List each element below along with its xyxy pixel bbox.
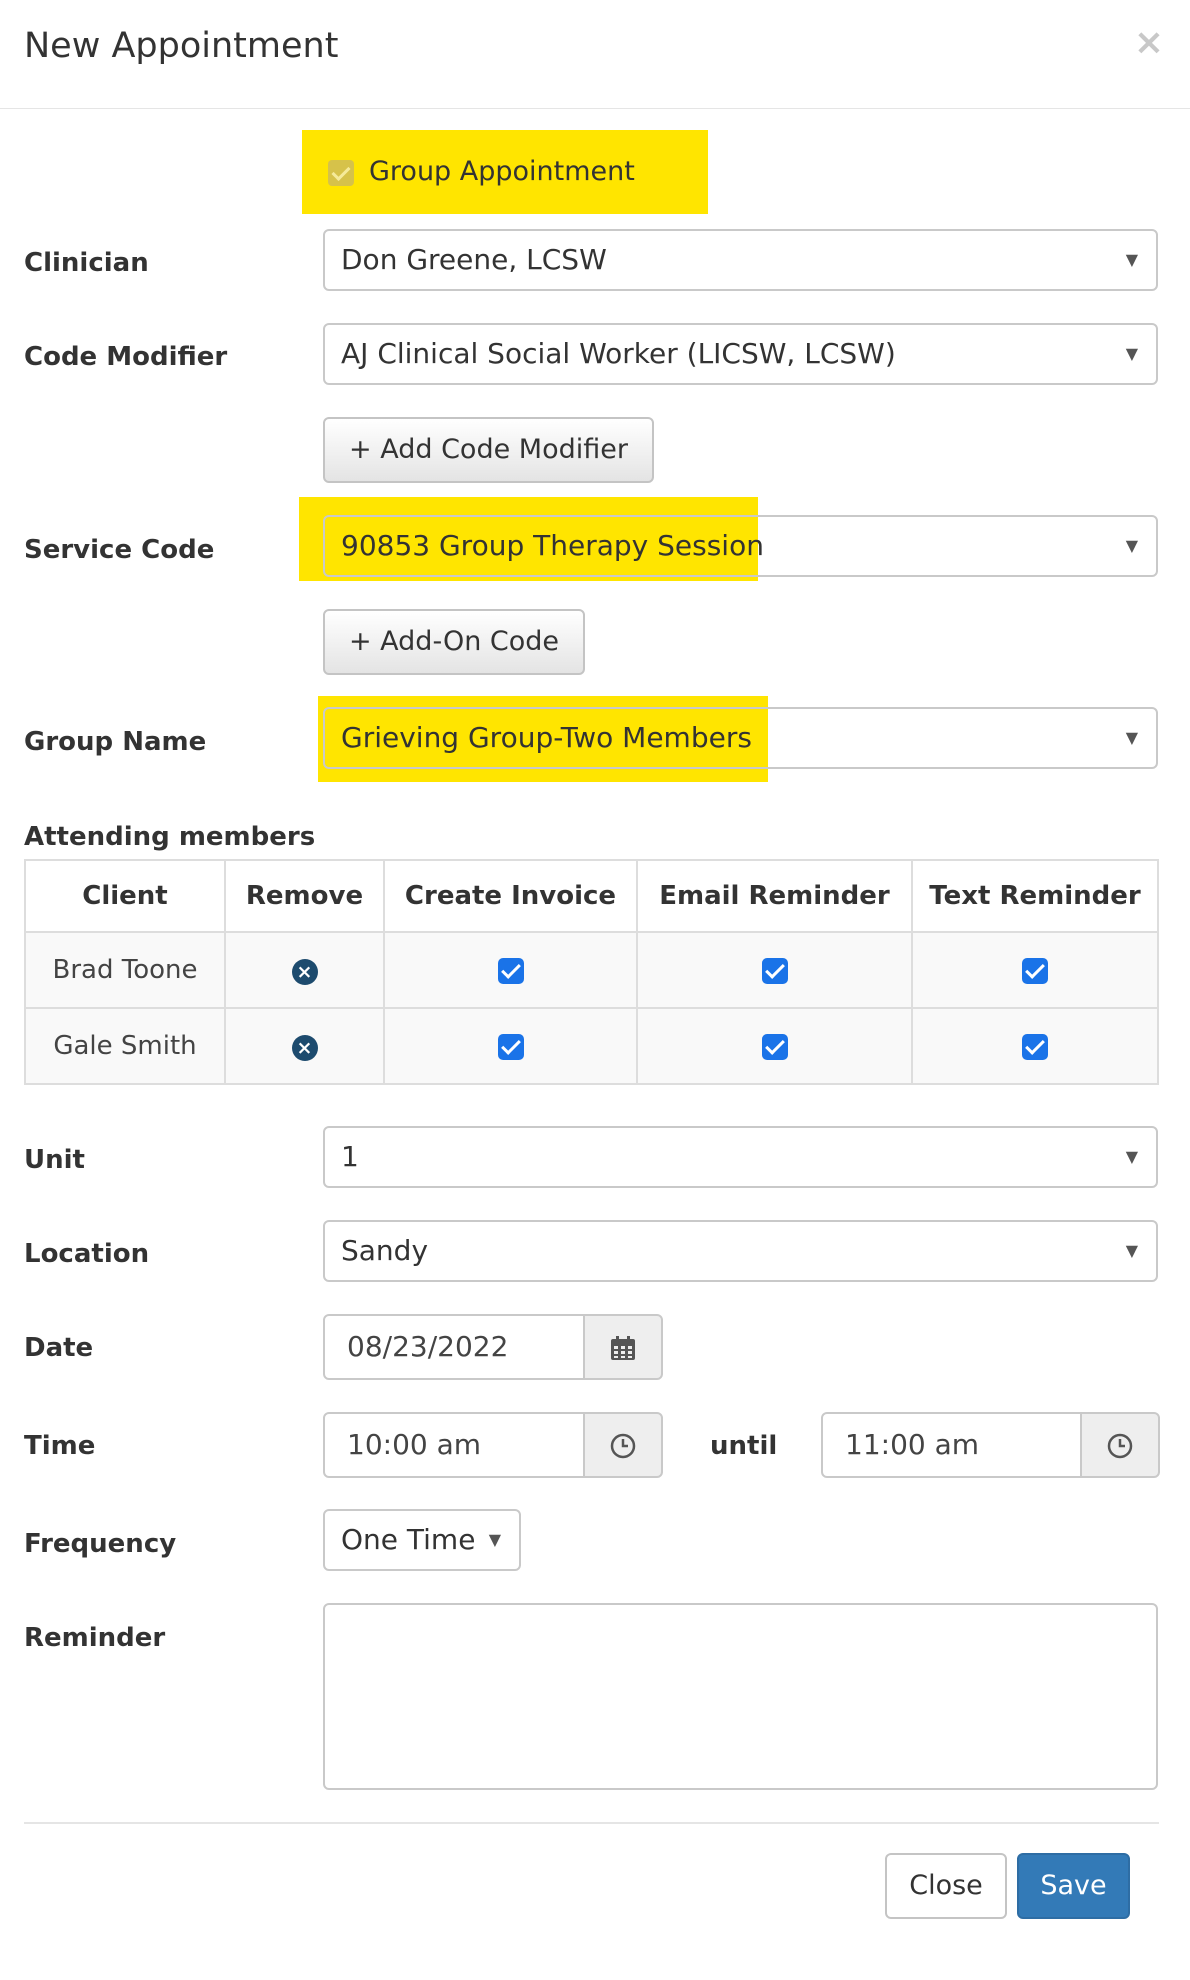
- attending-members-table: Client Remove Create Invoice Email Remin…: [24, 859, 1159, 1085]
- end-time-input[interactable]: 11:00 am: [821, 1412, 1083, 1478]
- close-icon[interactable]: ×: [1134, 22, 1164, 63]
- attending-members-title: Attending members: [24, 822, 316, 852]
- clinician-value: Don Greene, LCSW: [341, 243, 607, 276]
- chevron-down-icon: ▼: [1125, 344, 1138, 363]
- date-label: Date: [24, 1333, 94, 1363]
- create-invoice-cell: [383, 931, 638, 1009]
- location-select[interactable]: Sandy ▼: [323, 1220, 1158, 1282]
- location-label: Location: [24, 1239, 150, 1269]
- clinician-label: Clinician: [24, 248, 149, 278]
- until-label: until: [710, 1431, 778, 1461]
- unit-select[interactable]: 1 ▼: [323, 1126, 1158, 1188]
- save-button[interactable]: Save: [1017, 1853, 1130, 1919]
- column-header-email-reminder: Email Reminder: [636, 859, 913, 933]
- remove-cell: ×: [224, 931, 385, 1009]
- email-reminder-cell: [636, 931, 913, 1009]
- clock-icon: [610, 1433, 636, 1458]
- location-value: Sandy: [341, 1234, 429, 1267]
- clinician-select[interactable]: Don Greene, LCSW ▼: [323, 229, 1158, 291]
- add-code-modifier-button[interactable]: + Add Code Modifier: [323, 417, 654, 483]
- chevron-down-icon: ▼: [1125, 728, 1138, 747]
- add-on-code-button[interactable]: + Add-On Code: [323, 609, 585, 675]
- chevron-down-icon: ▼: [1125, 1147, 1138, 1166]
- email-reminder-checkbox[interactable]: [761, 1033, 788, 1060]
- group-name-value: Grieving Group-Two Members: [341, 721, 752, 754]
- code-modifier-select[interactable]: AJ Clinical Social Worker (LICSW, LCSW) …: [323, 323, 1158, 385]
- create-invoice-checkbox[interactable]: [497, 1033, 524, 1060]
- calendar-button[interactable]: [583, 1314, 663, 1380]
- chevron-down-icon: ▼: [488, 1530, 501, 1549]
- column-header-client: Client: [24, 859, 226, 933]
- close-button[interactable]: Close: [885, 1853, 1007, 1919]
- remove-cell: ×: [224, 1007, 385, 1085]
- chevron-down-icon: ▼: [1125, 1241, 1138, 1260]
- end-time-clock-button[interactable]: [1080, 1412, 1160, 1478]
- column-header-remove: Remove: [224, 859, 385, 933]
- modal-header: New Appointment ×: [0, 0, 1190, 109]
- client-name: Brad Toone: [24, 931, 226, 1009]
- frequency-label: Frequency: [24, 1529, 177, 1559]
- service-code-label: Service Code: [24, 535, 215, 565]
- start-time-clock-button[interactable]: [583, 1412, 663, 1478]
- code-modifier-label: Code Modifier: [24, 342, 228, 372]
- group-name-select[interactable]: Grieving Group-Two Members ▼: [323, 707, 1158, 769]
- text-reminder-cell: [911, 931, 1159, 1009]
- group-name-label: Group Name: [24, 727, 207, 757]
- email-reminder-cell: [636, 1007, 913, 1085]
- remove-circle-icon[interactable]: ×: [291, 1035, 318, 1061]
- group-appointment-label: Group Appointment: [369, 156, 635, 187]
- modal-title: New Appointment: [24, 26, 339, 66]
- frequency-value: One Time: [341, 1523, 476, 1556]
- text-reminder-cell: [911, 1007, 1159, 1085]
- create-invoice-checkbox[interactable]: [497, 957, 524, 984]
- column-header-text-reminder: Text Reminder: [911, 859, 1159, 933]
- frequency-select[interactable]: One Time ▼: [323, 1509, 521, 1571]
- service-code-value: 90853 Group Therapy Session: [341, 529, 764, 562]
- new-appointment-modal: New Appointment × Group Appointment Clin…: [0, 0, 1190, 1980]
- reminder-label: Reminder: [24, 1623, 166, 1653]
- calendar-icon: [611, 1335, 635, 1360]
- chevron-down-icon: ▼: [1125, 536, 1138, 555]
- reminder-textarea[interactable]: [323, 1603, 1158, 1790]
- start-time-input[interactable]: 10:00 am: [323, 1412, 585, 1478]
- text-reminder-checkbox[interactable]: [1022, 1033, 1048, 1060]
- service-code-select[interactable]: 90853 Group Therapy Session ▼: [323, 515, 1158, 577]
- create-invoice-cell: [383, 1007, 638, 1085]
- remove-circle-icon[interactable]: ×: [291, 959, 318, 985]
- client-name: Gale Smith: [24, 1007, 226, 1085]
- table-header-row: Client Remove Create Invoice Email Remin…: [24, 859, 1159, 933]
- table-row: Gale Smith ×: [24, 1007, 1159, 1085]
- group-appointment-checkbox[interactable]: [328, 160, 354, 186]
- unit-label: Unit: [24, 1145, 85, 1175]
- text-reminder-checkbox[interactable]: [1022, 957, 1048, 984]
- footer-divider: [24, 1822, 1159, 1824]
- column-header-create-invoice: Create Invoice: [383, 859, 638, 933]
- chevron-down-icon: ▼: [1125, 250, 1138, 269]
- unit-value: 1: [341, 1140, 359, 1173]
- email-reminder-checkbox[interactable]: [761, 957, 788, 984]
- time-label: Time: [24, 1431, 96, 1461]
- clock-icon: [1107, 1433, 1133, 1458]
- code-modifier-value: AJ Clinical Social Worker (LICSW, LCSW): [341, 337, 896, 370]
- table-row: Brad Toone ×: [24, 931, 1159, 1009]
- date-input[interactable]: 08/23/2022: [323, 1314, 585, 1380]
